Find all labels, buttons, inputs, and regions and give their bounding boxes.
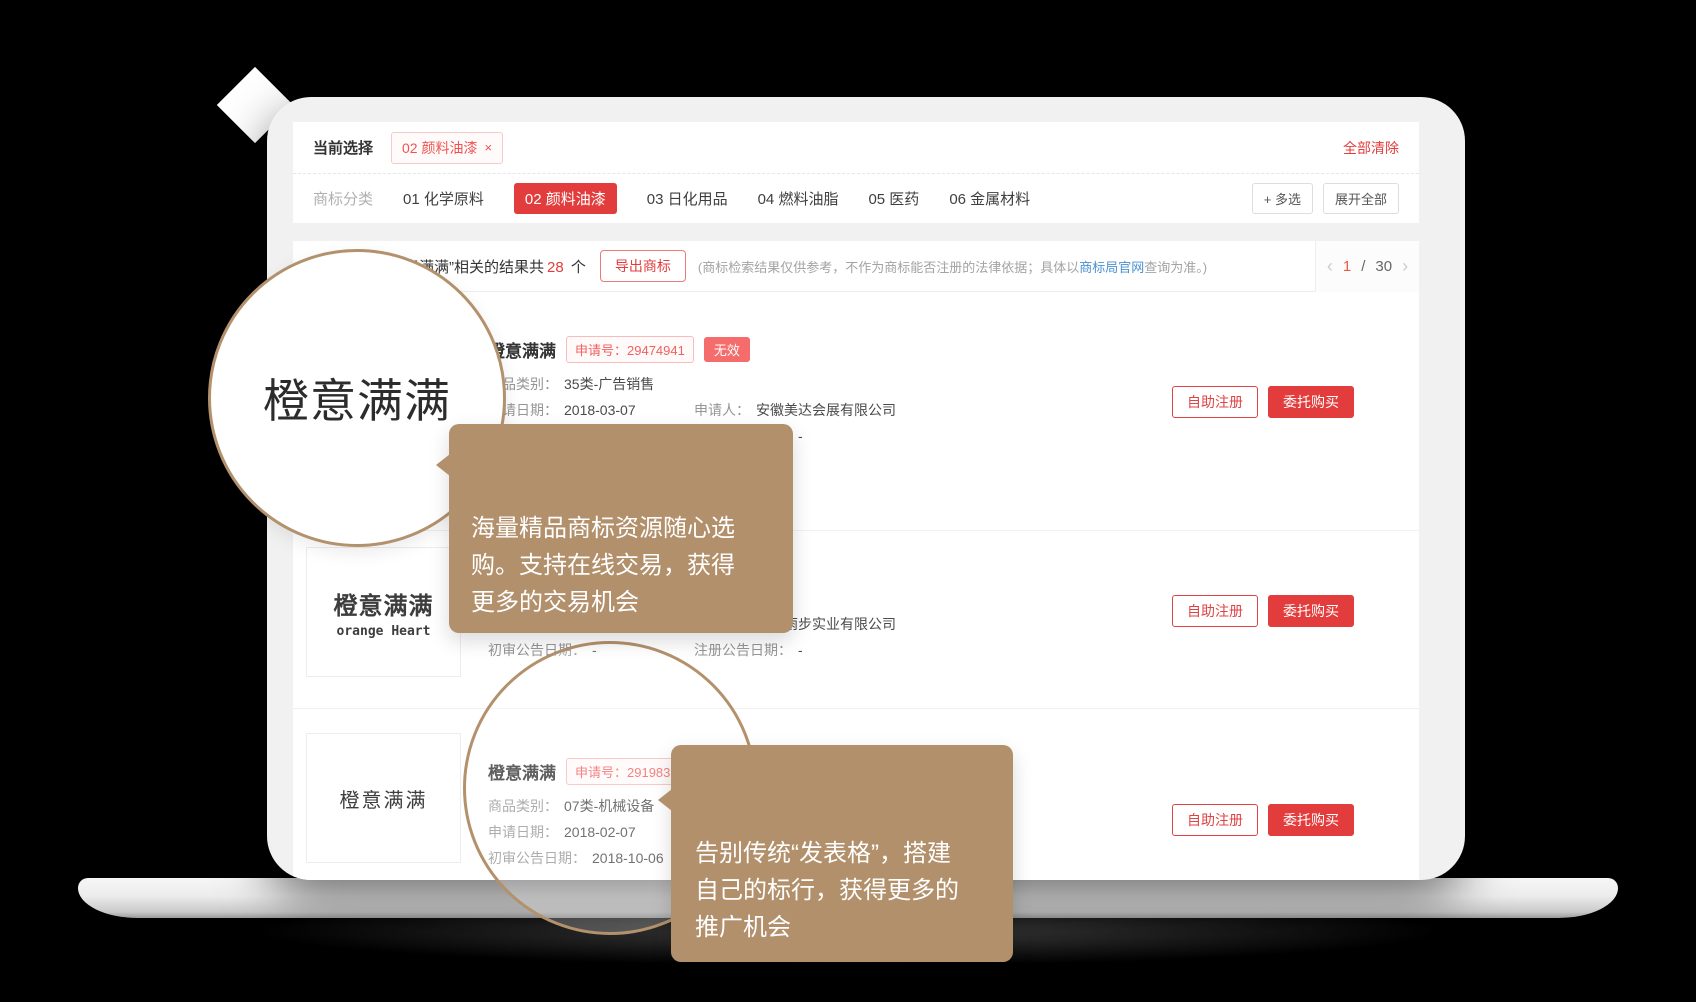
tooltip-marketplace-text: 海量精品商标资源随心选 购。支持在线交易，获得 更多的交易机会 — [471, 515, 735, 616]
status-badge-invalid: 无效 — [704, 337, 750, 362]
trademark-image-2[interactable]: 橙意满满 orange Heart — [306, 547, 461, 677]
category-item-01[interactable]: 01 化学原料 — [403, 188, 484, 209]
self-register-button[interactable]: 自助注册 — [1172, 595, 1258, 627]
entrust-buy-button[interactable]: 委托购买 — [1268, 595, 1354, 627]
selected-filter-tag[interactable]: 02 颜料油漆 × — [391, 132, 503, 164]
reg-pub-value: - — [798, 428, 803, 444]
tooltip-marketplace: 海量精品商标资源随心选 购。支持在线交易，获得 更多的交易机会 — [449, 424, 793, 633]
expand-all-button[interactable]: 展开全部 — [1323, 183, 1399, 214]
pagination: ‹ 1 / 30 › — [1315, 241, 1419, 292]
entrust-buy-button[interactable]: 委托购买 — [1268, 804, 1354, 836]
category-item-06[interactable]: 06 金属材料 — [949, 188, 1030, 209]
multi-select-button[interactable]: + 多选 — [1252, 183, 1313, 214]
applicant-label: 申请人： — [694, 402, 750, 418]
clear-all-link[interactable]: 全部清除 — [1343, 138, 1399, 158]
tooltip-arrow-left-icon — [658, 789, 672, 811]
trademark-image-text: 橙意满满 — [334, 586, 434, 621]
tooltip-arrow-left-icon — [436, 454, 450, 476]
current-selection-row: 当前选择 02 颜料油漆 × 全部清除 — [293, 122, 1419, 174]
trademark-office-link[interactable]: 商标局官网 — [1079, 260, 1144, 275]
row-actions-1: 自助注册 委托购买 — [1172, 386, 1354, 418]
application-number-value: 29474941 — [627, 343, 685, 358]
filter-panel: 当前选择 02 颜料油漆 × 全部清除 商标分类 01 化学原料 02 颜料油漆… — [293, 122, 1419, 223]
application-number-tag: 申请号：29474941 — [566, 336, 694, 363]
self-register-button[interactable]: 自助注册 — [1172, 804, 1258, 836]
disclaimer-text: (商标检索结果仅供参考，不作为商标能否注册的法律依据；具体以商标局官网查询为准。… — [698, 257, 1207, 276]
tooltip-promotion: 告别传统“发表格”，搭建 自己的标行，获得更多的 推广机会 — [671, 745, 1013, 962]
application-number-label: 申请号： — [575, 343, 627, 358]
stage: 当前选择 02 颜料油漆 × 全部清除 商标分类 01 化学原料 02 颜料油漆… — [0, 0, 1696, 1002]
trademark-image-subtext: orange Heart — [337, 624, 431, 639]
selected-filter-tag-text: 02 颜料油漆 — [402, 138, 477, 158]
chevron-right-icon[interactable]: › — [1402, 256, 1408, 277]
results-count: 28 — [544, 259, 567, 276]
results-header: 为您检索到“橙意满满”相关的结果共28 个 导出商标 (商标检索结果仅供参考，不… — [293, 241, 1419, 292]
current-selection-label: 当前选择 — [313, 137, 373, 158]
row-actions-3: 自助注册 委托购买 — [1172, 804, 1354, 836]
category-tools: + 多选 展开全部 — [1252, 183, 1399, 214]
category-row: 商标分类 01 化学原料 02 颜料油漆 03 日化用品 04 燃料油脂 05 … — [293, 174, 1419, 222]
magnified-trademark-text: 橙意满满 — [263, 365, 451, 431]
row-actions-2: 自助注册 委托购买 — [1172, 595, 1354, 627]
page-current: 1 — [1343, 258, 1351, 275]
disclaimer-pre: (商标检索结果仅供参考，不作为商标能否注册的法律依据；具体以 — [698, 260, 1079, 275]
category-row-label: 商标分类 — [313, 188, 373, 209]
remove-tag-icon[interactable]: × — [484, 140, 492, 155]
category-value: 35类-广告销售 — [564, 376, 654, 392]
self-register-button[interactable]: 自助注册 — [1172, 386, 1258, 418]
page-total: 30 — [1375, 258, 1392, 275]
disclaimer-post: 查询为准。) — [1144, 260, 1207, 275]
entrust-buy-button[interactable]: 委托购买 — [1268, 386, 1354, 418]
chevron-left-icon[interactable]: ‹ — [1327, 256, 1333, 277]
applicant-value: 安徽美达会展有限公司 — [756, 402, 896, 418]
app-date-value: 2018-03-07 — [564, 402, 636, 418]
page-separator: / — [1361, 258, 1365, 275]
category-item-02-selected[interactable]: 02 颜料油漆 — [514, 183, 617, 214]
tooltip-promotion-text: 告别传统“发表格”，搭建 自己的标行，获得更多的 推广机会 — [695, 840, 959, 941]
reg-pub-label: 注册公告日期： — [694, 642, 792, 658]
category-item-05[interactable]: 05 医药 — [868, 188, 919, 209]
reg-pub-value: - — [798, 642, 803, 658]
trademark-image-3[interactable]: 橙意满满 — [306, 733, 461, 863]
category-item-03[interactable]: 03 日化用品 — [647, 188, 728, 209]
trademark-image-text: 橙意满满 — [340, 784, 428, 813]
category-item-04[interactable]: 04 燃料油脂 — [758, 188, 839, 209]
results-summary-suffix: 个 — [567, 259, 586, 276]
export-trademarks-button[interactable]: 导出商标 — [600, 250, 686, 282]
